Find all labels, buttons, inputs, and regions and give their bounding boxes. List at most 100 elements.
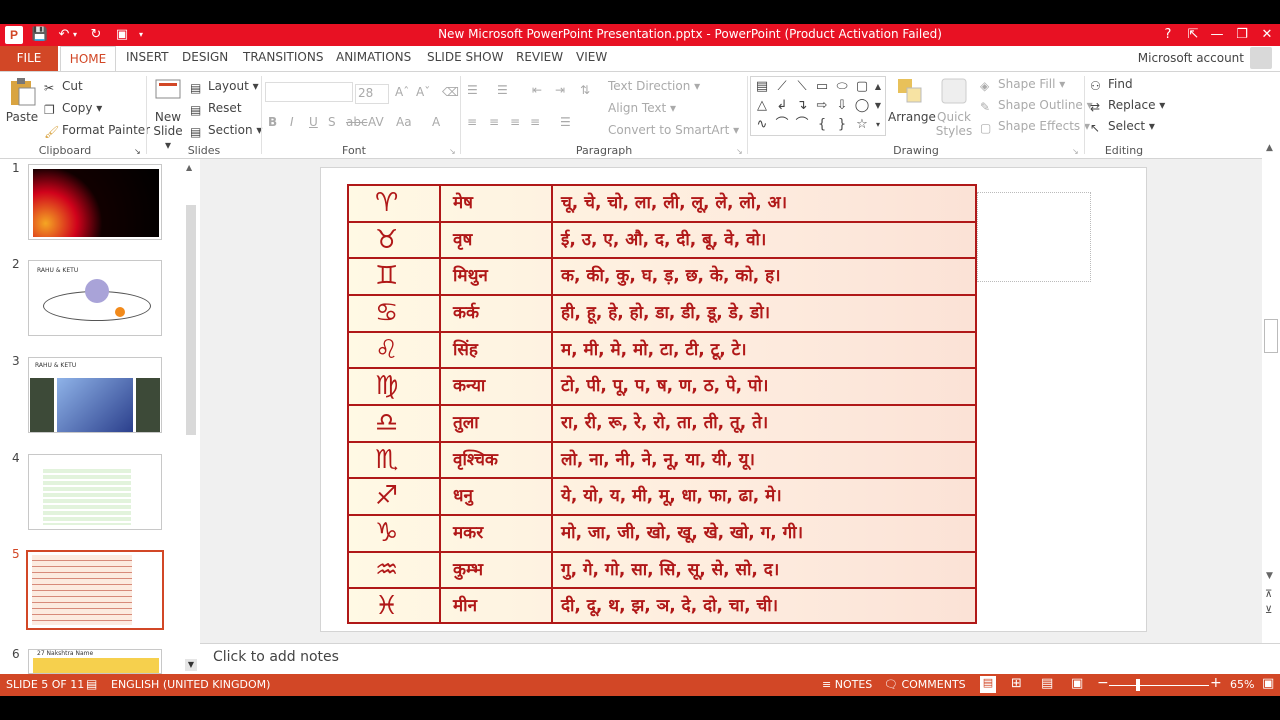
- tab-animations[interactable]: ANIMATIONS: [336, 50, 411, 64]
- select-button[interactable]: ↖ Select ▾: [1090, 118, 1155, 135]
- cut-button[interactable]: ✂ Cut: [44, 78, 83, 95]
- align-center-icon[interactable]: ≡: [489, 114, 499, 130]
- reading-view-icon[interactable]: ▤: [1041, 676, 1053, 691]
- next-slide-icon[interactable]: ⊻: [1265, 605, 1272, 616]
- bullets-icon[interactable]: ☰: [467, 82, 478, 98]
- columns-icon[interactable]: ☰: [560, 114, 571, 130]
- scroll-up-icon[interactable]: ▲: [1266, 143, 1273, 153]
- shape-fill-button[interactable]: ◈ Shape Fill ▾: [980, 76, 1065, 93]
- left-brace-shape-icon[interactable]: {: [813, 116, 831, 134]
- shapes-gallery[interactable]: ▤ ⟋ ⟍ ▭ ⬭ ▢ △ ↲ ↴ ⇨ ⇩ ◯ ∿ ⌒ ⌒ { } ☆ ▲ ▼ …: [750, 76, 886, 136]
- arc-shape-icon[interactable]: ⌒: [793, 116, 811, 134]
- comments-button[interactable]: 🗨 COMMENTS: [884, 678, 966, 691]
- minimize-icon[interactable]: —: [1206, 26, 1228, 44]
- scroll-down-icon[interactable]: ▼: [1266, 571, 1273, 581]
- slide-sorter-icon[interactable]: ⊞: [1011, 676, 1022, 691]
- slide-scrollbar[interactable]: ▲ ▼ ⊼ ⊻: [1262, 143, 1280, 643]
- quick-styles-button[interactable]: Quick Styles: [932, 76, 976, 138]
- avatar[interactable]: [1250, 47, 1272, 69]
- help-icon[interactable]: ?: [1157, 26, 1179, 44]
- copy-button[interactable]: ❐ Copy ▾: [44, 100, 102, 117]
- font-color-icon[interactable]: A: [432, 114, 440, 130]
- notes-button[interactable]: ≡ NOTES: [822, 678, 872, 691]
- connector-shape-icon[interactable]: ↴: [793, 97, 811, 115]
- line-shape-icon[interactable]: ⟍: [793, 78, 811, 96]
- align-text-button[interactable]: Align Text ▾: [608, 100, 676, 116]
- redo-icon[interactable]: ↻: [86, 26, 106, 44]
- notes-pane[interactable]: Click to add notes: [200, 643, 1280, 674]
- shadow-icon[interactable]: S: [328, 114, 336, 130]
- tab-transitions[interactable]: TRANSITIONS: [243, 50, 323, 64]
- slide-thumbnail-4[interactable]: [28, 454, 162, 530]
- slide-thumbnail-6[interactable]: 27 Nakshtra Name: [28, 649, 162, 674]
- freeform-shape-icon[interactable]: ∿: [753, 116, 771, 134]
- triangle-shape-icon[interactable]: △: [753, 97, 771, 115]
- font-launcher-icon[interactable]: ↘: [449, 144, 456, 160]
- character-spacing-icon[interactable]: AV: [368, 114, 384, 130]
- slide-thumbnail-3[interactable]: RAHU & KETU: [28, 357, 162, 433]
- text-placeholder[interactable]: [977, 192, 1091, 282]
- line-spacing-icon[interactable]: ⇅: [580, 82, 590, 98]
- convert-smartart-button[interactable]: Convert to SmartArt ▾: [608, 122, 739, 138]
- ribbon-display-options-icon[interactable]: ⇱: [1182, 26, 1204, 44]
- reset-button[interactable]: ▤ Reset: [190, 100, 242, 117]
- restore-icon[interactable]: ❐: [1231, 26, 1253, 44]
- textbox-shape-icon[interactable]: ▤: [753, 78, 771, 96]
- curve-shape-icon[interactable]: ⌒: [773, 116, 791, 134]
- shapes-scroll-up-icon[interactable]: ▲: [871, 78, 885, 96]
- line-shape-icon[interactable]: ⟋: [773, 78, 791, 96]
- slide-thumbnail-2[interactable]: RAHU & KETU: [28, 260, 162, 336]
- justify-icon[interactable]: ≡: [530, 114, 540, 130]
- slide-canvas[interactable]: ♈ मेष चू, चे, चो, ला, ली, लू, ले, लो, अ। ♉ व…: [320, 167, 1147, 632]
- increase-indent-icon[interactable]: ⇥: [555, 82, 565, 98]
- rectangle-shape-icon[interactable]: ▭: [813, 78, 831, 96]
- arrange-button[interactable]: Arrange: [888, 76, 936, 124]
- grow-font-icon[interactable]: Aˆ: [395, 84, 409, 100]
- tab-slide-show[interactable]: SLIDE SHOW: [427, 50, 503, 64]
- callout-shape-icon[interactable]: ◯: [853, 97, 871, 115]
- oval-shape-icon[interactable]: ⬭: [833, 78, 851, 96]
- zoom-slider-thumb[interactable]: [1136, 679, 1140, 691]
- align-right-icon[interactable]: ≡: [510, 114, 520, 130]
- tab-home[interactable]: HOME: [60, 46, 116, 71]
- clear-formatting-icon[interactable]: ⌫: [442, 84, 459, 100]
- decrease-indent-icon[interactable]: ⇤: [532, 82, 542, 98]
- right-arrow-shape-icon[interactable]: ⇨: [813, 97, 831, 115]
- underline-icon[interactable]: U: [309, 114, 318, 130]
- previous-slide-icon[interactable]: ⊼: [1265, 589, 1272, 600]
- tab-review[interactable]: REVIEW: [516, 50, 563, 64]
- scroll-up-icon[interactable]: ▲: [186, 163, 192, 172]
- drawing-launcher-icon[interactable]: ↘: [1072, 144, 1079, 160]
- normal-view-icon[interactable]: ▤: [980, 676, 996, 693]
- spelling-check-icon[interactable]: ▤: [86, 677, 97, 691]
- strikethrough-icon[interactable]: abc: [346, 114, 368, 130]
- tab-file[interactable]: FILE: [0, 46, 58, 71]
- paste-button[interactable]: Paste: [4, 76, 40, 124]
- shapes-more-icon[interactable]: ▾: [871, 116, 885, 134]
- scroll-thumb[interactable]: [186, 205, 196, 435]
- scroll-thumb[interactable]: [1264, 319, 1278, 353]
- paragraph-launcher-icon[interactable]: ↘: [736, 144, 743, 160]
- zoom-slider[interactable]: [1109, 685, 1209, 686]
- new-slide-button[interactable]: New Slide ▾: [150, 76, 186, 152]
- font-size-combo[interactable]: 28: [355, 84, 389, 104]
- clipboard-launcher-icon[interactable]: ↘: [134, 144, 141, 160]
- slide-thumbnail-1[interactable]: [28, 164, 162, 240]
- zoom-out-icon[interactable]: −: [1097, 675, 1109, 691]
- star-shape-icon[interactable]: ☆: [853, 116, 871, 134]
- slide-show-icon[interactable]: ▣: [1071, 676, 1083, 691]
- shapes-scroll-down-icon[interactable]: ▼: [871, 97, 885, 115]
- language-indicator[interactable]: ENGLISH (UNITED KINGDOM): [111, 678, 270, 691]
- numbering-icon[interactable]: ☰: [497, 82, 508, 98]
- layout-button[interactable]: ▤ Layout ▾: [190, 78, 259, 95]
- customize-qat-icon[interactable]: ▾: [136, 26, 146, 44]
- right-brace-shape-icon[interactable]: }: [833, 116, 851, 134]
- zoom-level[interactable]: 65%: [1230, 678, 1254, 691]
- fit-slide-icon[interactable]: ▣: [1262, 676, 1274, 691]
- zoom-in-icon[interactable]: +: [1210, 675, 1222, 691]
- thumbnails-scrollbar[interactable]: ▲ ▼: [184, 163, 198, 671]
- account-name[interactable]: Microsoft account: [1138, 51, 1244, 65]
- tab-design[interactable]: DESIGN: [182, 50, 228, 64]
- shape-outline-button[interactable]: ✎ Shape Outline ▾: [980, 97, 1093, 114]
- down-arrow-shape-icon[interactable]: ⇩: [833, 97, 851, 115]
